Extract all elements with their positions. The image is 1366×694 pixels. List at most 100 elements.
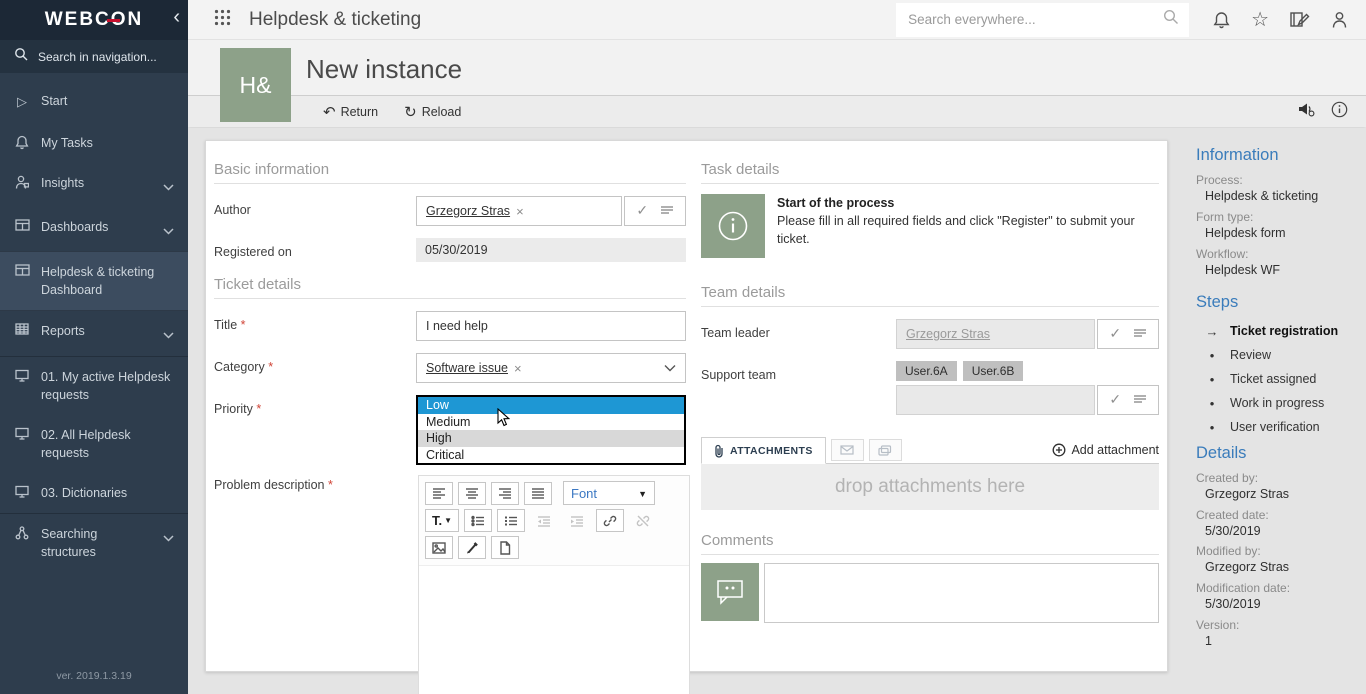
process-tile: H& xyxy=(220,48,291,122)
field-label: Created date: xyxy=(1196,508,1364,522)
remove-icon[interactable] xyxy=(508,361,522,376)
category-field[interactable]: Software issue xyxy=(416,353,686,383)
sidebar-item-searching-structures[interactable]: Searching structures xyxy=(0,513,188,572)
sidebar-item-insights[interactable]: Insights xyxy=(0,163,188,207)
email-attachments-tab[interactable] xyxy=(831,439,864,461)
reports-grid-icon xyxy=(14,323,30,335)
favorites-star-icon[interactable] xyxy=(1251,10,1269,30)
add-attachment-button[interactable]: Add attachment xyxy=(1052,443,1159,457)
text-style-icon[interactable] xyxy=(425,509,459,532)
monitor-icon xyxy=(14,485,30,498)
author-label: Author xyxy=(214,196,416,226)
announcements-icon[interactable] xyxy=(1298,102,1315,122)
source-document-icon[interactable] xyxy=(491,536,519,559)
sidebar-item-reports[interactable]: Reports xyxy=(0,311,188,356)
webcon-logo: WEBCON xyxy=(45,9,144,31)
user-profile-icon[interactable] xyxy=(1331,11,1348,29)
insert-image-icon[interactable] xyxy=(425,536,453,559)
field-value: Grzegorz Stras xyxy=(1196,559,1364,576)
align-center-icon[interactable] xyxy=(458,482,486,505)
priority-row: Priority Low Medium High Critical xyxy=(214,395,686,465)
copies-icon xyxy=(878,445,892,456)
sidebar-item-report-02[interactable]: 02. All Helpdesk requests xyxy=(0,415,188,473)
comment-input[interactable] xyxy=(764,563,1159,623)
author-value[interactable]: Grzegorz Stras xyxy=(426,204,510,218)
remove-icon[interactable] xyxy=(510,204,524,219)
team-leader-value: Grzegorz Stras xyxy=(906,327,990,341)
sidebar-search-input[interactable] xyxy=(36,49,166,65)
priority-option-low[interactable]: Low xyxy=(418,397,684,414)
chevron-down-icon[interactable] xyxy=(664,361,676,375)
global-search[interactable] xyxy=(896,3,1189,37)
remove-link-icon[interactable] xyxy=(629,509,657,532)
sidebar-item-report-01[interactable]: 01. My active Helpdesk requests xyxy=(0,357,188,415)
reload-label: Reload xyxy=(422,105,462,119)
member-chip[interactable]: User.6B xyxy=(963,361,1024,381)
confirm-icon[interactable] xyxy=(1109,325,1121,343)
sidebar-item-label: 01. My active Helpdesk requests xyxy=(41,368,174,404)
priority-option-medium[interactable]: Medium xyxy=(418,414,684,431)
align-justify-icon[interactable] xyxy=(524,482,552,505)
sidebar-item-my-tasks[interactable]: My Tasks xyxy=(0,123,188,163)
edit-form-icon[interactable] xyxy=(1290,11,1310,28)
attachments-tabs: ATTACHMENTS Add attachment xyxy=(701,437,1159,464)
indent-icon[interactable] xyxy=(563,509,591,532)
step-label: Review xyxy=(1230,348,1271,362)
font-dropdown[interactable]: Font xyxy=(563,481,655,505)
author-field[interactable]: Grzegorz Stras xyxy=(416,196,622,226)
confirm-icon[interactable] xyxy=(1109,391,1121,409)
structure-icon xyxy=(14,526,30,540)
bullet-list-icon[interactable] xyxy=(464,509,492,532)
sidebar-item-label: My Tasks xyxy=(41,134,93,152)
caret-down-icon xyxy=(638,484,647,502)
attachments-dropzone[interactable]: drop attachments here xyxy=(701,464,1159,510)
app-title: Helpdesk & ticketing xyxy=(249,9,421,31)
attachments-tab[interactable]: ATTACHMENTS xyxy=(701,437,826,464)
panel-field-modification-date: Modification date: 5/30/2019 xyxy=(1196,581,1364,613)
page-title: New instance xyxy=(306,54,462,85)
align-right-icon[interactable] xyxy=(491,482,519,505)
format-painter-icon[interactable] xyxy=(458,536,486,559)
category-value[interactable]: Software issue xyxy=(426,361,508,375)
version-label: ver. 2019.1.3.19 xyxy=(0,660,188,694)
problem-description-textarea[interactable] xyxy=(419,565,689,694)
comment-tile xyxy=(701,563,759,621)
field-value: Grzegorz Stras xyxy=(1196,486,1364,503)
notifications-bell-icon[interactable] xyxy=(1213,11,1230,29)
bullet-icon xyxy=(1204,372,1220,387)
bullet-icon xyxy=(1204,348,1220,363)
insert-link-icon[interactable] xyxy=(596,509,624,532)
priority-option-high[interactable]: High xyxy=(418,430,684,447)
app-launcher-icon[interactable] xyxy=(214,9,231,31)
related-attachments-tab[interactable] xyxy=(869,439,902,461)
outdent-icon[interactable] xyxy=(530,509,558,532)
numbered-list-icon[interactable] xyxy=(497,509,525,532)
team-leader-label: Team leader xyxy=(701,319,896,349)
title-field[interactable]: I need help xyxy=(416,311,686,341)
sidebar-item-label: 02. All Helpdesk requests xyxy=(41,426,174,462)
choose-list-icon[interactable] xyxy=(660,202,674,220)
global-search-input[interactable] xyxy=(906,11,1163,28)
search-icon[interactable] xyxy=(1163,9,1179,30)
return-button[interactable]: Return xyxy=(323,103,378,121)
member-chip[interactable]: User.6A xyxy=(896,361,957,381)
sidebar-item-helpdesk-dashboard[interactable]: Helpdesk & ticketing Dashboard xyxy=(0,251,188,311)
sidebar-item-start[interactable]: Start xyxy=(0,81,188,123)
choose-list-icon[interactable] xyxy=(1133,391,1147,409)
sidebar-item-report-03[interactable]: 03. Dictionaries xyxy=(0,473,188,513)
topbar-actions xyxy=(1189,10,1366,30)
chevron-down-icon xyxy=(163,178,174,196)
sidebar-item-dashboards[interactable]: Dashboards xyxy=(0,207,188,251)
sidebar-collapse-icon[interactable]: ‹ xyxy=(173,7,180,27)
sidebar-item-label: Searching structures xyxy=(41,525,152,561)
confirm-icon[interactable] xyxy=(636,202,648,220)
sidebar-search[interactable] xyxy=(0,40,188,73)
align-left-icon[interactable] xyxy=(425,482,453,505)
rich-text-editor: Font xyxy=(418,475,690,694)
choose-list-icon[interactable] xyxy=(1133,325,1147,343)
reload-button[interactable]: Reload xyxy=(404,103,461,121)
priority-option-critical[interactable]: Critical xyxy=(418,447,684,464)
info-panel: Information Process: Helpdesk & ticketin… xyxy=(1196,146,1364,655)
info-icon[interactable] xyxy=(1331,101,1348,123)
form-right-column: Task details Start of the process Please… xyxy=(701,141,1159,623)
